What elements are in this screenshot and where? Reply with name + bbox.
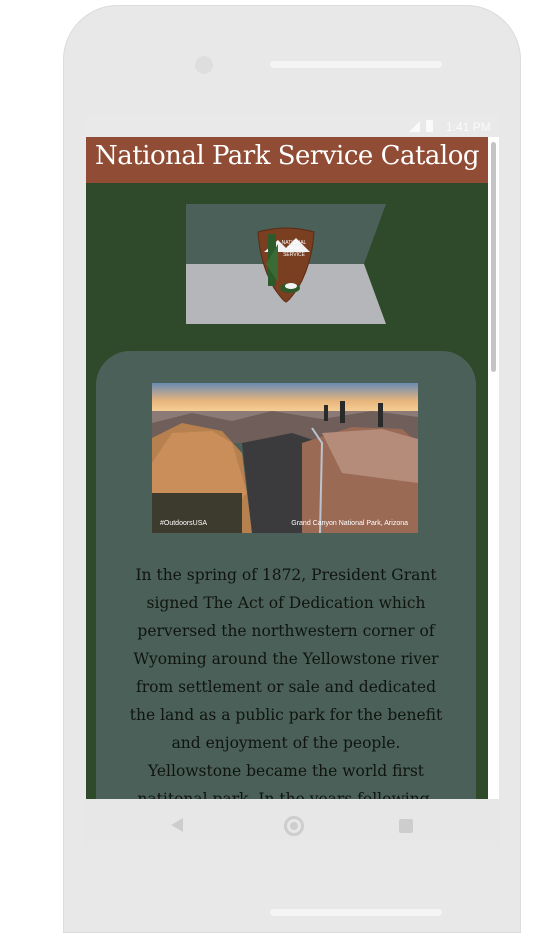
svg-text:SERVICE: SERVICE — [283, 252, 306, 258]
bottom-speaker — [270, 909, 442, 916]
page-title: National Park Service Catalog — [94, 141, 480, 171]
title-bar: National Park Service Catalog — [86, 137, 488, 183]
nps-banner: NATIONAL PARK SERVICE — [186, 204, 386, 324]
scrollbar[interactable] — [488, 137, 499, 799]
home-icon[interactable] — [284, 816, 304, 836]
battery-icon — [426, 120, 433, 132]
front-camera — [195, 56, 213, 74]
navigation-bar — [86, 799, 499, 847]
photo-hashtag: #OutdoorsUSA — [160, 520, 208, 527]
signal-icon — [409, 121, 420, 132]
device-screen: 1:41 PM National Park Service Catalog NA… — [86, 115, 499, 847]
scrollbar-thumb[interactable] — [491, 142, 496, 372]
status-time: 1:41 PM — [446, 120, 491, 134]
app-content[interactable]: National Park Service Catalog NATIONAL P… — [86, 137, 488, 799]
photo-location: Grand Canyon National Park, Arizona — [291, 520, 408, 527]
park-photo: #OutdoorsUSA Grand Canyon National Park,… — [152, 383, 418, 533]
grand-canyon-image — [152, 383, 418, 533]
back-icon[interactable] — [171, 818, 183, 832]
status-bar: 1:41 PM — [86, 115, 499, 137]
recent-apps-icon[interactable] — [399, 819, 413, 833]
earpiece-speaker — [270, 61, 442, 68]
info-card: #OutdoorsUSA Grand Canyon National Park,… — [96, 351, 476, 799]
park-description: In the spring of 1872, President Grant s… — [129, 566, 443, 799]
